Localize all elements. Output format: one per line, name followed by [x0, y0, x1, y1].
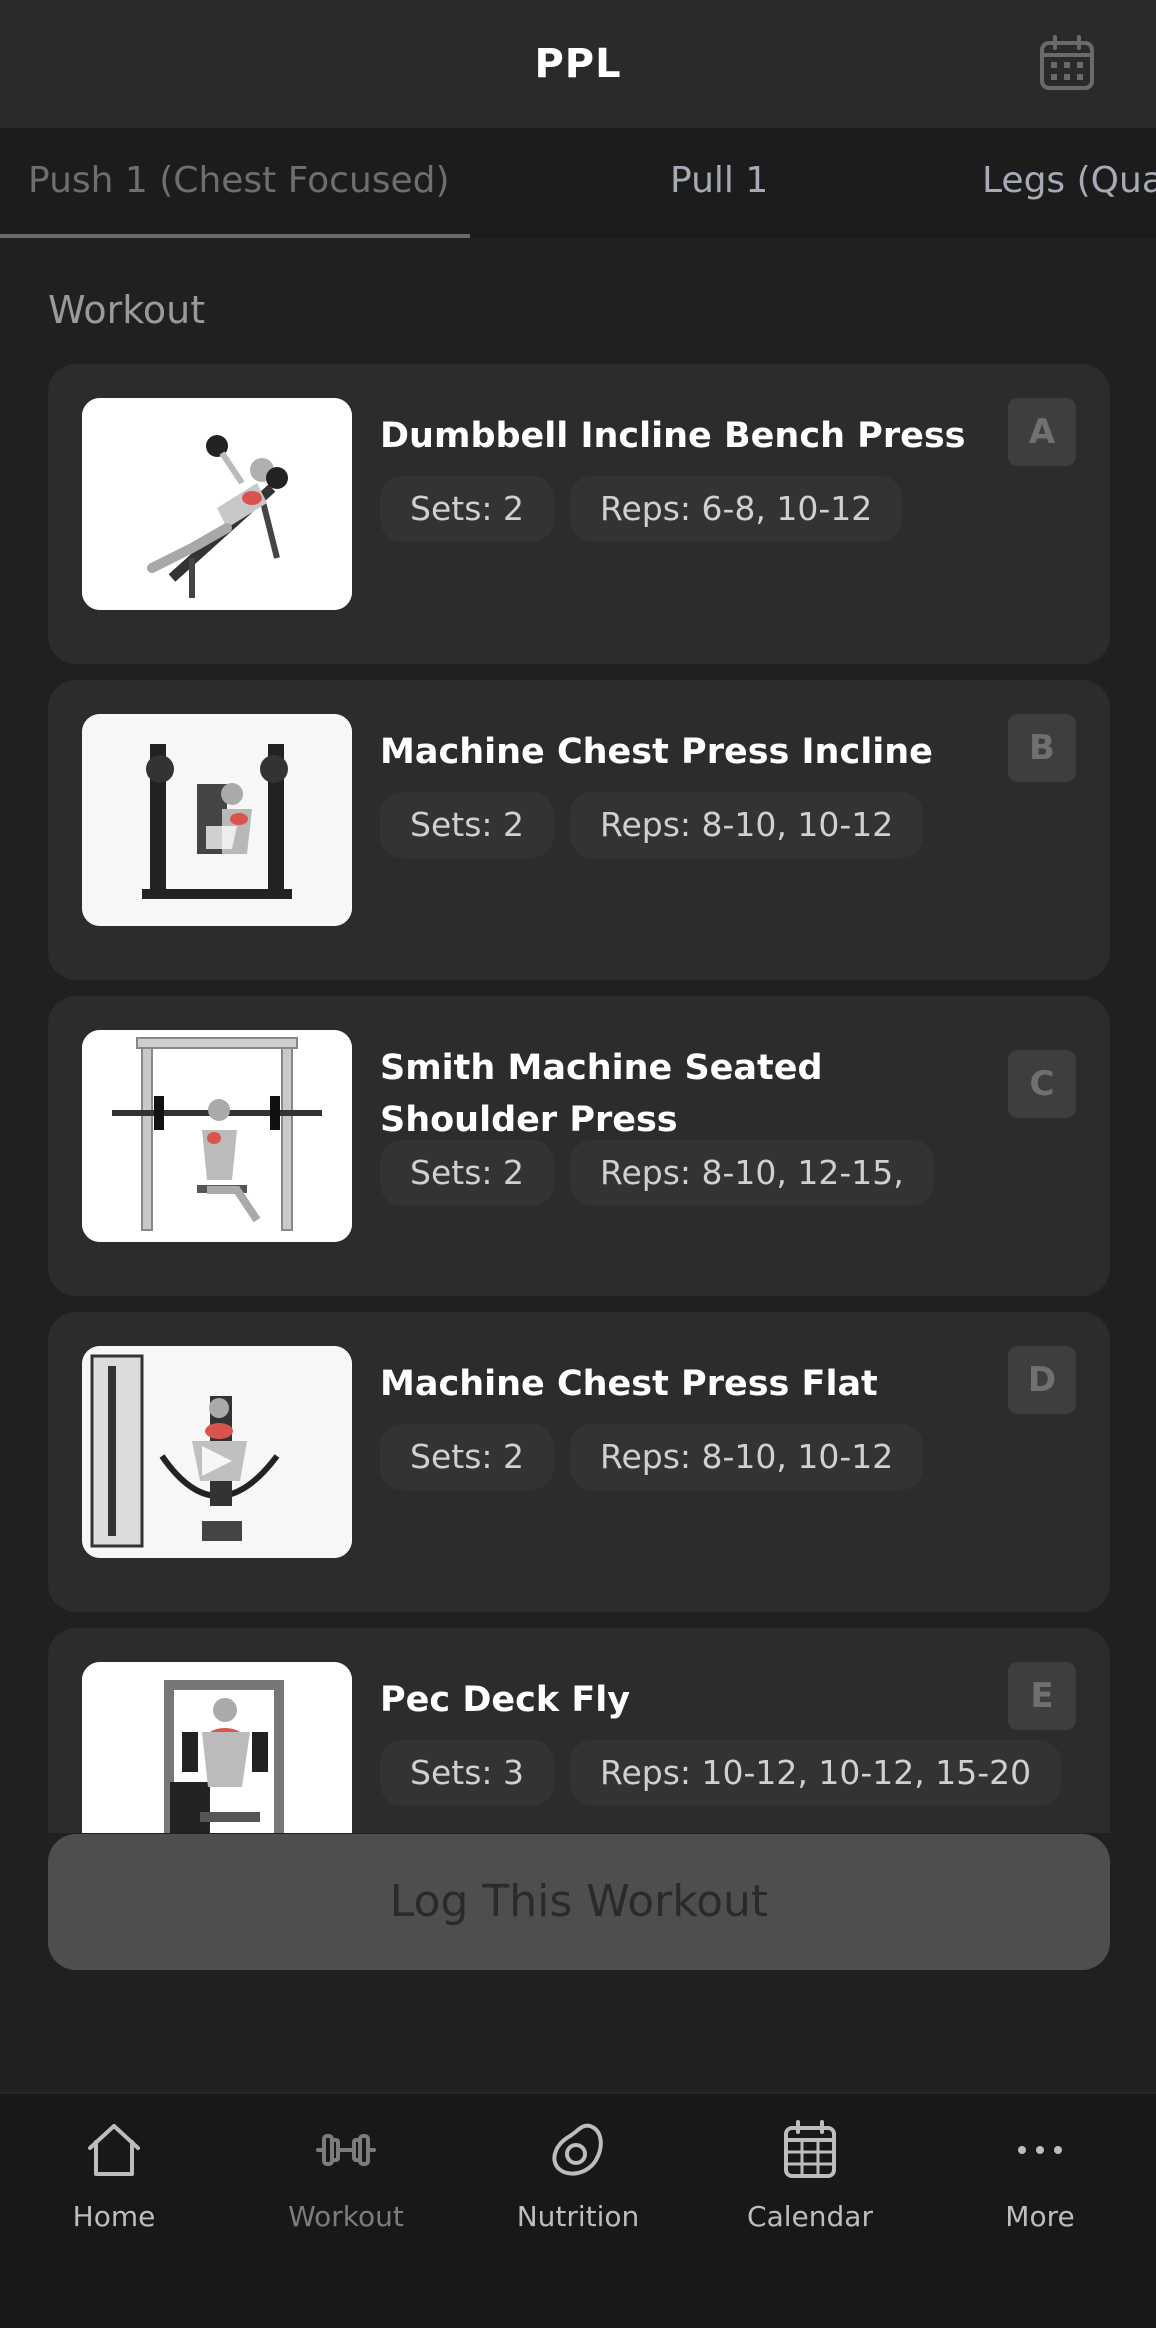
exercise-card[interactable]: Pec Deck Fly Sets: 3 Reps: 10-12, 10-12,… [48, 1628, 1110, 1833]
exercise-card[interactable]: Machine Chest Press Incline Sets: 2 Reps… [48, 680, 1110, 980]
exercise-name: Machine Chest Press Flat [380, 1364, 878, 1404]
app-header: PPL [0, 0, 1156, 128]
exercise-image [82, 714, 352, 926]
nav-label: Nutrition [516, 2200, 640, 2233]
reps-pill: Reps: 8-10, 10-12 [570, 1424, 924, 1490]
order-badge[interactable]: B [1008, 714, 1076, 782]
calendar-icon [784, 2120, 836, 2178]
exercise-image [82, 1346, 352, 1558]
exercise-name: Machine Chest Press Incline [380, 732, 933, 772]
exercise-image [82, 398, 352, 610]
exercise-name: Smith Machine Seated Shoulder Press [380, 1048, 823, 1140]
exercise-thumbnail[interactable] [82, 1346, 352, 1558]
calendar-icon [1040, 35, 1094, 90]
calendar-button[interactable] [1038, 34, 1096, 92]
exercise-list[interactable]: Dumbbell Incline Bench Press Sets: 2 Rep… [0, 360, 1156, 1833]
reps-pill: Reps: 8-10, 12-15, [570, 1140, 934, 1206]
tab-legs[interactable]: Legs (Quad [982, 128, 1156, 238]
exercise-thumbnail[interactable] [82, 1030, 352, 1242]
avocado-icon [552, 2123, 603, 2176]
exercise-name: Pec Deck Fly [380, 1680, 631, 1720]
workout-tabs: Push 1 (Chest Focused) Pull 1 Legs (Quad [0, 128, 1156, 238]
exercise-thumbnail[interactable] [82, 714, 352, 926]
order-badge[interactable]: D [1008, 1346, 1076, 1414]
nav-label: Workout [288, 2200, 404, 2233]
exercise-card[interactable]: Machine Chest Press Flat Sets: 2 Reps: 8… [48, 1312, 1110, 1612]
active-tab-indicator [0, 234, 470, 238]
log-workout-button[interactable]: Log This Workout [48, 1834, 1110, 1970]
exercise-name: Dumbbell Incline Bench Press [380, 416, 966, 456]
nav-label: More [1005, 2200, 1075, 2233]
sets-pill: Sets: 2 [380, 1424, 554, 1490]
exercise-meta: Sets: 3 Reps: 10-12, 10-12, 15-20 [380, 1740, 1062, 1806]
dumbbell-icon [316, 2134, 376, 2166]
sets-pill: Sets: 3 [380, 1740, 554, 1806]
sets-pill: Sets: 2 [380, 792, 554, 858]
screen: PPL Push 1 (Chest Focused) Pull 1 Legs (… [0, 0, 1156, 2328]
exercise-meta: Sets: 2 Reps: 8-10, 10-12 [380, 1424, 924, 1490]
tab-push-1[interactable]: Push 1 (Chest Focused) [28, 128, 450, 238]
nav-nutrition[interactable]: Nutrition [468, 2118, 688, 2318]
exercise-card[interactable]: Smith Machine Seated Shoulder Press Sets… [48, 996, 1110, 1296]
sets-pill: Sets: 2 [380, 476, 554, 542]
page-title: PPL [534, 41, 622, 87]
nav-workout[interactable]: Workout [236, 2118, 456, 2318]
bottom-navigation: Home Workout Nutrition Calendar More [0, 2092, 1156, 2328]
nav-label: Calendar [747, 2200, 873, 2233]
exercise-image [82, 1662, 352, 1833]
sets-pill: Sets: 2 [380, 1140, 554, 1206]
exercise-meta: Sets: 2 Reps: 6-8, 10-12 [380, 476, 903, 542]
nav-label: Home [72, 2200, 156, 2233]
exercise-card[interactable]: Dumbbell Incline Bench Press Sets: 2 Rep… [48, 364, 1110, 664]
nav-calendar[interactable]: Calendar [700, 2118, 920, 2318]
order-badge[interactable]: A [1008, 398, 1076, 466]
exercise-meta: Sets: 2 Reps: 8-10, 12-15, [380, 1140, 934, 1206]
exercise-image [82, 1030, 352, 1242]
order-badge[interactable]: C [1008, 1050, 1076, 1118]
reps-pill: Reps: 10-12, 10-12, 15-20 [570, 1740, 1062, 1806]
order-badge[interactable]: E [1008, 1662, 1076, 1730]
exercise-thumbnail[interactable] [82, 1662, 352, 1833]
nav-home[interactable]: Home [4, 2118, 224, 2318]
nav-more[interactable]: More [930, 2118, 1150, 2318]
tab-pull-1[interactable]: Pull 1 [670, 128, 768, 238]
section-label: Workout [48, 288, 206, 332]
exercise-meta: Sets: 2 Reps: 8-10, 10-12 [380, 792, 924, 858]
exercise-thumbnail[interactable] [82, 398, 352, 610]
more-icon [1018, 2146, 1062, 2154]
reps-pill: Reps: 8-10, 10-12 [570, 792, 924, 858]
home-icon [88, 2124, 140, 2176]
reps-pill: Reps: 6-8, 10-12 [570, 476, 903, 542]
